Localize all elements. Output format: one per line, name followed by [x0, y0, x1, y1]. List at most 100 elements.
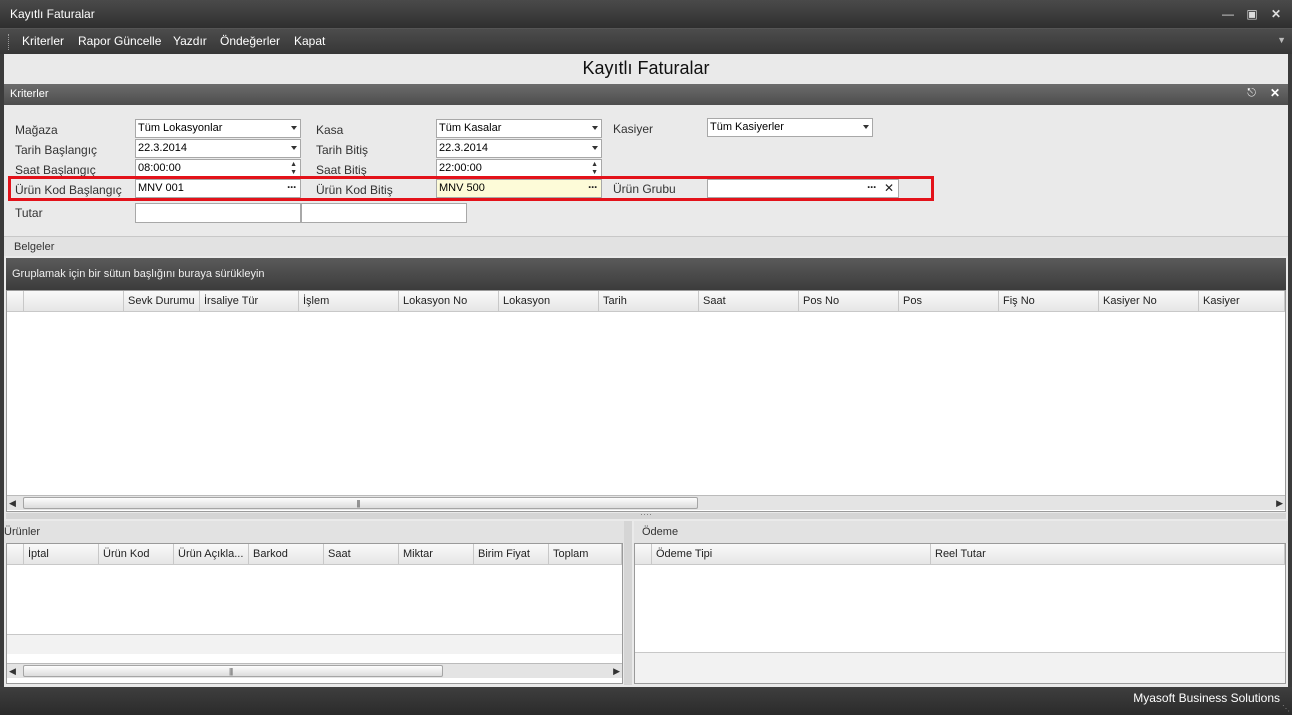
- chevron-down-icon[interactable]: [863, 125, 869, 129]
- pin-icon[interactable]: ⎋: [1247, 87, 1256, 100]
- column-header-kasiyer-no[interactable]: Kasiyer No: [1099, 291, 1199, 312]
- column-header-irsaliye-tur[interactable]: İrsaliye Tür: [200, 291, 299, 312]
- urunler-grid[interactable]: İptal Ürün Kod Ürün Açıkla... Barkod Saa…: [6, 543, 623, 684]
- tarih-baslangic-field[interactable]: 22.3.2014: [135, 139, 301, 158]
- belgeler-grid[interactable]: Sevk Durumu İrsaliye Tür İşlem Lokasyon …: [6, 290, 1286, 512]
- label-kasa: Kasa: [316, 123, 344, 137]
- odeme-footer: [635, 652, 1285, 683]
- minimize-icon[interactable]: —: [1220, 6, 1236, 22]
- group-panel[interactable]: Gruplamak için bir sütun başlığını buray…: [6, 258, 1286, 290]
- scroll-left-icon[interactable]: ◀: [9, 498, 16, 509]
- spin-down-icon[interactable]: ▼: [290, 169, 297, 176]
- column-header-reel-tutar[interactable]: Reel Tutar: [931, 544, 1285, 565]
- column-header-kasiyer[interactable]: Kasiyer: [1199, 291, 1285, 312]
- brand-label: Myasoft Business Solutions: [1133, 691, 1280, 705]
- scroll-thumb[interactable]: |||: [23, 497, 698, 509]
- label-magaza: Mağaza: [15, 123, 58, 137]
- vertical-splitter[interactable]: [624, 521, 632, 685]
- column-header-pos[interactable]: Pos: [899, 291, 999, 312]
- label-tutar: Tutar: [15, 206, 43, 220]
- tarih-bitis-value: 22.3.2014: [439, 142, 488, 154]
- group-hint: Gruplamak için bir sütun başlığını buray…: [12, 268, 265, 280]
- label-tarih-bitis: Tarih Bitiş: [316, 143, 369, 157]
- spin-up-icon[interactable]: ▲: [591, 161, 598, 168]
- column-header-sevk-durumu[interactable]: Sevk Durumu: [124, 291, 200, 312]
- criteria-panel-header: Kriterler ⎋ ✕: [4, 84, 1288, 105]
- label-saat-baslangic: Saat Başlangıç: [15, 163, 96, 177]
- column-header-odeme-tipi[interactable]: Ödeme Tipi: [652, 544, 931, 565]
- column-header-saat[interactable]: Saat: [324, 544, 399, 565]
- chevron-down-icon[interactable]: [291, 146, 297, 150]
- column-header-iptal[interactable]: İptal: [24, 544, 99, 565]
- column-header-pos-no[interactable]: Pos No: [799, 291, 899, 312]
- menu-ondegerler[interactable]: Öndeğerler: [220, 34, 280, 48]
- chevron-down-icon[interactable]: [291, 126, 297, 130]
- column-header-lokasyon-no[interactable]: Lokasyon No: [399, 291, 499, 312]
- horizontal-splitter[interactable]: ····: [6, 509, 1286, 519]
- magaza-dropdown[interactable]: Tüm Lokasyonlar: [135, 119, 301, 138]
- tarih-bitis-field[interactable]: 22.3.2014: [436, 139, 602, 158]
- tarih-baslangic-value: 22.3.2014: [138, 142, 187, 154]
- kasiyer-dropdown[interactable]: Tüm Kasiyerler: [707, 118, 873, 137]
- scroll-left-icon[interactable]: ◀: [9, 666, 16, 677]
- kasa-value: Tüm Kasalar: [439, 122, 502, 134]
- column-header-urun-aciklama[interactable]: Ürün Açıkla...: [174, 544, 249, 565]
- resize-grip-icon[interactable]: ⋱: [1282, 704, 1290, 713]
- belgeler-title: Belgeler: [14, 241, 55, 253]
- maximize-icon[interactable]: ▣: [1244, 6, 1260, 22]
- toolbar-grip[interactable]: [8, 34, 11, 50]
- menu-yazdir[interactable]: Yazdır: [173, 34, 207, 48]
- tutar-min-field[interactable]: [135, 203, 301, 223]
- title-bar: Kayıtlı Faturalar — ▣ ✕: [0, 0, 1292, 28]
- scroll-right-icon[interactable]: ▶: [1276, 498, 1283, 509]
- column-header-tarih[interactable]: Tarih: [599, 291, 699, 312]
- label-kasiyer: Kasiyer: [613, 122, 654, 136]
- chevron-down-icon[interactable]: [592, 126, 598, 130]
- status-bar: Myasoft Business Solutions ⋱: [0, 687, 1292, 715]
- column-header-islem[interactable]: İşlem: [299, 291, 399, 312]
- magaza-value: Tüm Lokasyonlar: [138, 122, 223, 134]
- row-indicator-header: [635, 544, 652, 565]
- row-indicator-header: [7, 544, 24, 565]
- window-title: Kayıtlı Faturalar: [10, 7, 95, 21]
- label-tarih-baslangic: Tarih Başlangıç: [15, 143, 98, 157]
- label-saat-bitis: Saat Bitiş: [316, 163, 367, 177]
- menu-bar: Kriterler Rapor Güncelle Yazdır Öndeğerl…: [0, 28, 1292, 54]
- column-header-birim-fiyat[interactable]: Birim Fiyat: [474, 544, 549, 565]
- close-icon[interactable]: ✕: [1270, 86, 1280, 100]
- urunler-title: Ürünler: [4, 526, 41, 538]
- menu-kriterler[interactable]: Kriterler: [22, 34, 64, 48]
- menu-rapor-guncelle[interactable]: Rapor Güncelle: [78, 34, 161, 48]
- urunler-header: Ürünler: [4, 521, 624, 543]
- chevron-down-icon[interactable]: [592, 146, 598, 150]
- criteria-panel-title: Kriterler: [10, 88, 49, 100]
- spin-up-icon[interactable]: ▲: [290, 161, 297, 168]
- urunler-footer: [7, 634, 622, 654]
- urunler-hscrollbar[interactable]: ◀ ||| ▶: [7, 663, 622, 678]
- odeme-title: Ödeme: [642, 526, 679, 538]
- column-header-urun-kod[interactable]: Ürün Kod: [99, 544, 174, 565]
- column-header-saat[interactable]: Saat: [699, 291, 799, 312]
- column-header-fis-no[interactable]: Fiş No: [999, 291, 1099, 312]
- kasa-dropdown[interactable]: Tüm Kasalar: [436, 119, 602, 138]
- belgeler-hscrollbar[interactable]: ◀ ||| ▶: [7, 495, 1285, 510]
- column-header-blank[interactable]: [24, 291, 124, 312]
- report-title: Kayıtlı Faturalar: [582, 58, 710, 78]
- close-icon[interactable]: ✕: [1268, 6, 1284, 22]
- column-header-miktar[interactable]: Miktar: [399, 544, 474, 565]
- tutar-max-field[interactable]: [301, 203, 467, 223]
- highlight-box: [8, 176, 934, 201]
- menu-kapat[interactable]: Kapat: [294, 34, 325, 48]
- column-header-lokasyon[interactable]: Lokasyon: [499, 291, 599, 312]
- chevron-down-icon[interactable]: ▼: [1277, 35, 1286, 45]
- belgeler-header: Belgeler: [4, 236, 1288, 256]
- kasiyer-value: Tüm Kasiyerler: [710, 121, 784, 133]
- odeme-grid[interactable]: Ödeme Tipi Reel Tutar: [634, 543, 1286, 684]
- scroll-right-icon[interactable]: ▶: [613, 666, 620, 677]
- saat-baslangic-value: 08:00:00: [138, 162, 181, 174]
- spin-down-icon[interactable]: ▼: [591, 169, 598, 176]
- column-header-toplam[interactable]: Toplam: [549, 544, 622, 565]
- column-header-barkod[interactable]: Barkod: [249, 544, 324, 565]
- scroll-thumb[interactable]: |||: [23, 665, 443, 677]
- row-indicator-header: [7, 291, 24, 312]
